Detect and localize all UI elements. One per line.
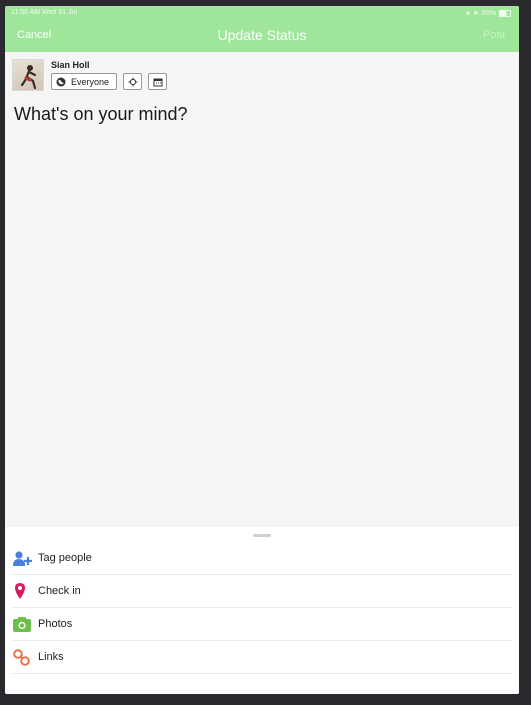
location-icon: ➤ bbox=[473, 10, 479, 17]
audience-label: Everyone bbox=[71, 76, 110, 87]
photos-label: Photos bbox=[38, 618, 73, 630]
camera-icon bbox=[13, 617, 31, 632]
location-target-button[interactable] bbox=[123, 73, 142, 90]
check-in-label: Check in bbox=[38, 585, 81, 597]
audience-row: Everyone bbox=[51, 73, 167, 90]
battery-icon bbox=[499, 9, 511, 17]
status-time-date: 11:56 AM Wed 31 Jul bbox=[11, 9, 77, 16]
audience-selector[interactable]: Everyone bbox=[51, 73, 117, 90]
location-pin-icon bbox=[15, 583, 25, 599]
compose-area[interactable]: Sian Holl Everyone What's on your mind? bbox=[5, 52, 519, 527]
crosshair-icon bbox=[128, 77, 137, 86]
action-sheet: Tag people Check in Photos Links bbox=[5, 527, 519, 694]
avatar bbox=[12, 59, 44, 91]
tag-people-label: Tag people bbox=[38, 552, 92, 564]
battery-percent: 65% bbox=[481, 9, 496, 17]
status-bar: 11:56 AM Wed 31 Jul ● ➤ 65% bbox=[5, 6, 519, 20]
globe-icon bbox=[56, 77, 66, 86]
links-label: Links bbox=[38, 651, 64, 663]
schedule-button[interactable] bbox=[148, 73, 167, 90]
status-input-placeholder[interactable]: What's on your mind? bbox=[14, 104, 188, 125]
action-list: Tag people Check in Photos Links bbox=[5, 542, 519, 674]
sheet-grabber[interactable] bbox=[253, 534, 271, 537]
device-frame: 11:56 AM Wed 31 Jul ● ➤ 65% Cancel Updat… bbox=[0, 0, 531, 705]
calendar-icon bbox=[153, 78, 162, 86]
status-indicators: ● ➤ 65% bbox=[466, 9, 511, 17]
tag-people-action[interactable]: Tag people bbox=[5, 542, 519, 575]
avatar-figure-icon bbox=[20, 65, 37, 90]
wifi-icon: ● bbox=[465, 9, 471, 17]
links-action[interactable]: Links bbox=[5, 641, 519, 674]
photos-action[interactable]: Photos bbox=[5, 608, 519, 641]
tag-people-icon bbox=[13, 551, 32, 566]
author-name: Sian Holl bbox=[51, 60, 90, 70]
page-title: Update Status bbox=[217, 27, 307, 43]
link-icon bbox=[13, 649, 30, 666]
post-button[interactable]: Post bbox=[483, 29, 505, 41]
nav-bar: 11:56 AM Wed 31 Jul ● ➤ 65% Cancel Updat… bbox=[5, 6, 519, 52]
screen: 11:56 AM Wed 31 Jul ● ➤ 65% Cancel Updat… bbox=[5, 6, 519, 694]
check-in-action[interactable]: Check in bbox=[5, 575, 519, 608]
